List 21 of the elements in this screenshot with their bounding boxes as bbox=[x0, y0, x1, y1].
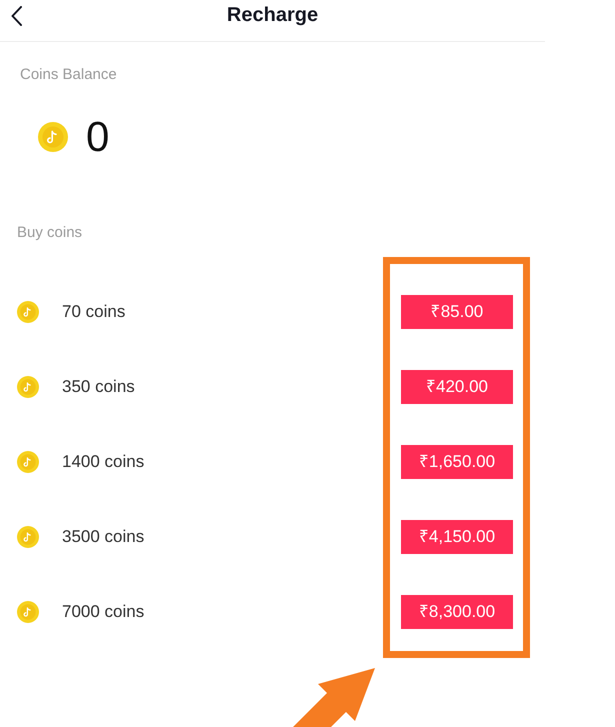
coin-package-label: 70 coins bbox=[62, 300, 126, 322]
page-title: Recharge bbox=[226, 3, 318, 27]
coin-icon bbox=[17, 526, 39, 548]
coin-package-label: 7000 coins bbox=[62, 600, 144, 622]
back-icon bbox=[10, 6, 22, 26]
price-button[interactable]: ₹4,150.00 bbox=[401, 520, 513, 554]
coin-package-label: 3500 coins bbox=[62, 526, 144, 548]
balance-label: Coins Balance bbox=[20, 66, 117, 83]
coin-icon bbox=[17, 376, 39, 398]
coin-icon bbox=[17, 600, 39, 622]
coin-icon bbox=[38, 122, 68, 152]
price-button[interactable]: ₹1,650.00 bbox=[401, 444, 513, 478]
coin-package-label: 350 coins bbox=[62, 376, 135, 398]
balance-amount: 0 bbox=[86, 115, 110, 159]
section-heading: Buy coins bbox=[17, 224, 82, 241]
coin-icon bbox=[17, 450, 39, 472]
price-button[interactable]: ₹420.00 bbox=[401, 370, 513, 404]
coin-icon bbox=[17, 300, 39, 322]
coin-package-label: 1400 coins bbox=[62, 450, 144, 472]
price-button[interactable]: ₹85.00 bbox=[401, 294, 513, 328]
price-button[interactable]: ₹8,300.00 bbox=[401, 594, 513, 628]
